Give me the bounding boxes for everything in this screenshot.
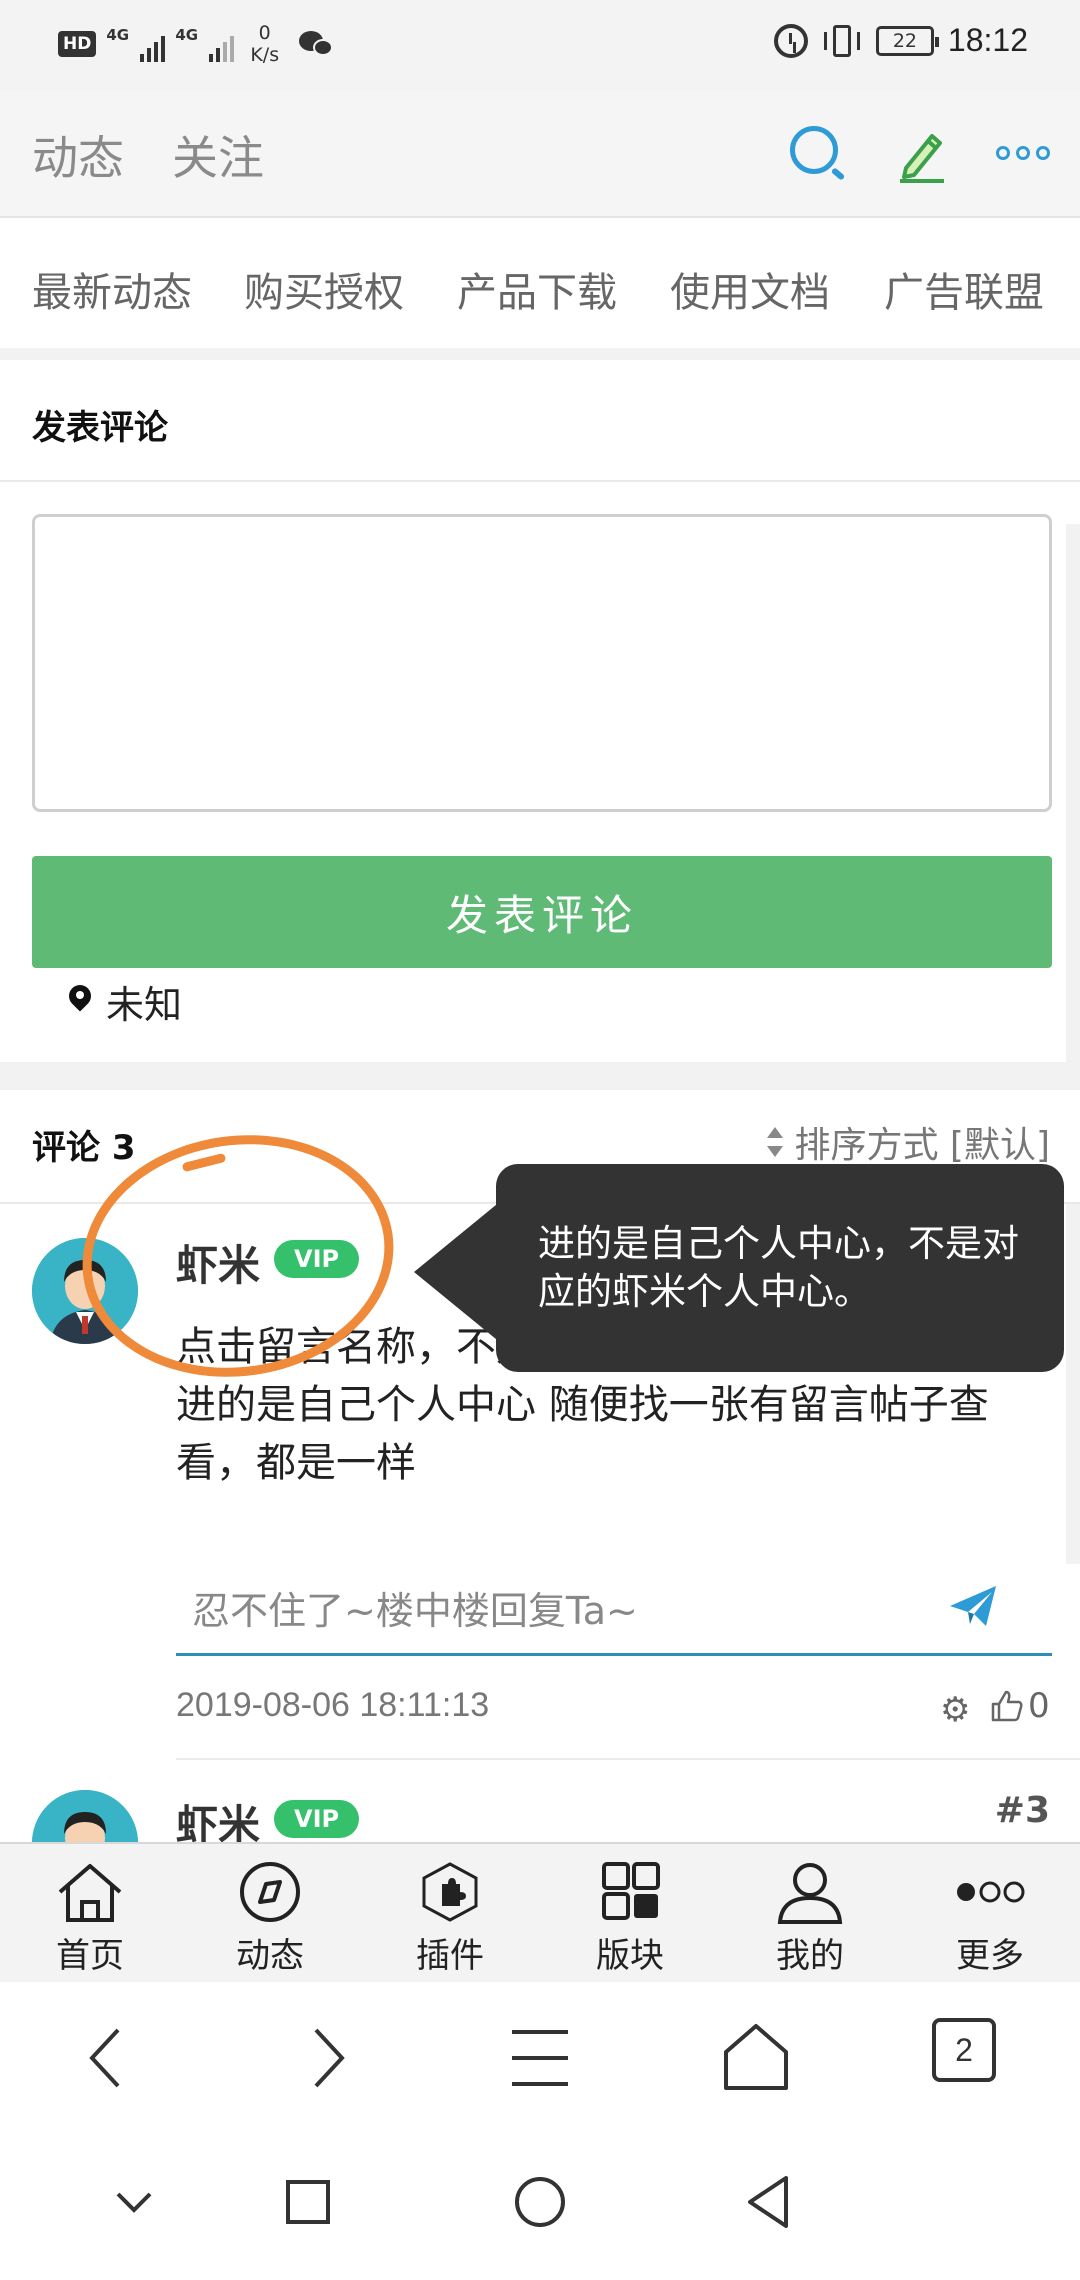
browser-nav-bar: 2: [0, 1982, 1080, 2132]
edit-icon[interactable]: [892, 124, 952, 184]
recent-apps-icon[interactable]: [268, 2162, 348, 2242]
hd-badge: HD: [58, 31, 97, 57]
tab-home[interactable]: 首页: [0, 1844, 180, 1984]
bottom-tab-bar: 首页 动态 插件 版块 我的 更多: [0, 1842, 1080, 1982]
tab-dynamics[interactable]: 动态: [32, 122, 124, 188]
status-bar: HD 4G 4G 0 K/s 22 18:12: [0, 0, 1080, 90]
sort-selector[interactable]: 排序方式 [默认]: [766, 1116, 1050, 1168]
compass-icon: [240, 1862, 300, 1922]
system-back-icon[interactable]: [730, 2162, 810, 2242]
plugin-icon: [422, 1862, 478, 1922]
sort-label: 排序方式 [默认]: [794, 1125, 1050, 1166]
nav-docs[interactable]: 使用文档: [670, 260, 830, 318]
nav-download[interactable]: 产品下载: [457, 260, 617, 318]
wechat-icon: [299, 29, 335, 59]
scrollbar[interactable]: [1066, 524, 1080, 1564]
comments-count: 评论 3: [32, 1128, 136, 1168]
like-button[interactable]: 0: [990, 1686, 1050, 1726]
thumbs-up-icon: [991, 1690, 1023, 1722]
battery-icon: 22: [875, 25, 939, 56]
tooltip-text: 进的是自己个人中心，不是对应的虾米个人中心。: [538, 1222, 1019, 1313]
tab-label: 版块: [596, 1936, 664, 1976]
grid-icon: [602, 1862, 660, 1920]
location-pin-icon: [68, 985, 92, 1019]
sort-icon: [766, 1127, 784, 1157]
signal-icon-2: 4G: [175, 26, 235, 62]
net-speed: 0 K/s: [250, 22, 280, 66]
vibrate-icon: [822, 23, 862, 59]
tab-following[interactable]: 关注: [172, 122, 264, 188]
annotation-tooltip: 进的是自己个人中心，不是对应的虾米个人中心。: [414, 1164, 1064, 1372]
floor-number: #3: [994, 1790, 1050, 1831]
section-divider: [0, 1062, 1080, 1090]
tab-label: 我的: [776, 1936, 844, 1976]
post-comment-header: 发表评论: [0, 372, 1080, 482]
tabs-count-button[interactable]: 2: [932, 2018, 996, 2082]
signal-icon: 4G: [106, 26, 166, 62]
back-icon[interactable]: [68, 2018, 148, 2098]
status-time: 18:12: [947, 22, 1028, 58]
comment-time: 2019-08-06 18:11:13: [176, 1686, 490, 1724]
status-left: HD 4G 4G 0 K/s: [58, 22, 335, 66]
tab-mine[interactable]: 我的: [720, 1844, 900, 1984]
status-right: 22 18:12: [773, 22, 1028, 59]
comment-textarea[interactable]: [32, 514, 1052, 812]
home-page-icon[interactable]: [716, 2018, 796, 2098]
gear-icon[interactable]: ⚙: [940, 1690, 970, 1730]
post-comment-button[interactable]: 发表评论: [32, 856, 1052, 968]
tab-sections[interactable]: 版块: [540, 1844, 720, 1984]
system-nav-bar: [0, 2132, 1080, 2280]
tab-label: 更多: [956, 1936, 1024, 1976]
search-icon[interactable]: [790, 126, 838, 174]
more-icon[interactable]: [996, 146, 1050, 160]
comment-divider: [176, 1758, 1080, 1760]
alarm-icon: [773, 23, 808, 58]
nav-latest[interactable]: 最新动态: [32, 260, 192, 318]
more-dots-icon: [957, 1881, 1025, 1903]
like-count: 0: [1028, 1686, 1050, 1726]
tab-more[interactable]: 更多: [900, 1844, 1080, 1984]
nav-buy-license[interactable]: 购买授权: [244, 260, 404, 318]
reply-input[interactable]: [176, 1568, 1052, 1656]
home-icon: [58, 1864, 122, 1922]
tab-label: 插件: [416, 1936, 484, 1976]
location[interactable]: 未知: [68, 974, 182, 1029]
user-icon: [777, 1863, 843, 1924]
send-icon[interactable]: [948, 1584, 998, 1628]
location-text: 未知: [106, 983, 183, 1027]
vip-badge: VIP: [274, 1800, 360, 1838]
tab-label: 动态: [236, 1936, 304, 1976]
menu-icon[interactable]: [500, 2018, 580, 2098]
nav-ad-alliance[interactable]: 广告联盟: [884, 260, 1044, 318]
home-circle-icon[interactable]: [500, 2162, 580, 2242]
forward-icon[interactable]: [286, 2018, 366, 2098]
tab-dynamics-bottom[interactable]: 动态: [180, 1844, 360, 1984]
section-title: 发表评论: [32, 408, 168, 448]
top-header: 动态 关注: [0, 90, 1080, 218]
hide-keyboard-icon[interactable]: [94, 2162, 174, 2242]
tab-label: 首页: [56, 1936, 124, 1976]
category-nav: 最新动态 购买授权 产品下载 使用文档 广告联盟: [0, 218, 1080, 360]
tab-plugins[interactable]: 插件: [360, 1844, 540, 1984]
